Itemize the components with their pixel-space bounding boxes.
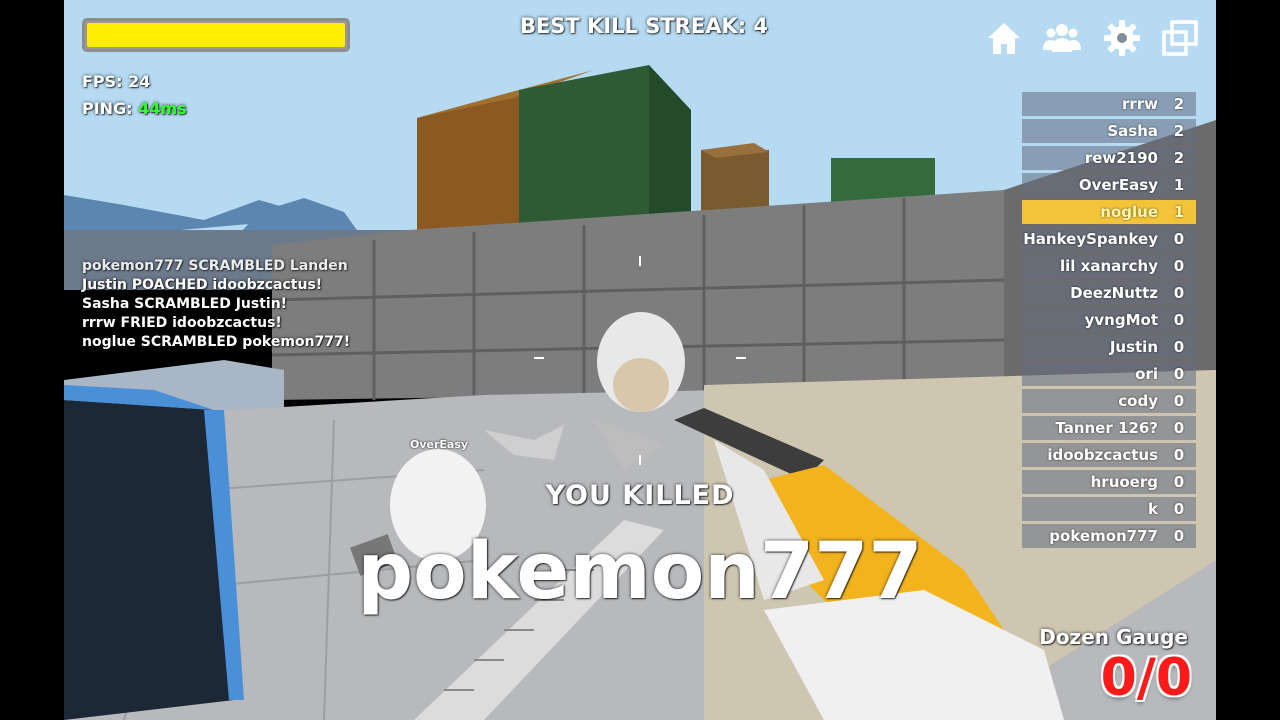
scoreboard-player-score: 0 bbox=[1173, 365, 1185, 383]
scoreboard-row: Tanner 126? 0 bbox=[1022, 416, 1196, 440]
scoreboard-player-name: Justin bbox=[1109, 338, 1158, 356]
scoreboard-player-score: 0 bbox=[1173, 419, 1185, 437]
kill-feed-entry: pokemon777 SCRAMBLED Landen bbox=[82, 258, 348, 274]
kill-feed-entry: Justin POACHED idoobzcactus! bbox=[82, 277, 323, 293]
scoreboard-player-score: 0 bbox=[1173, 230, 1185, 248]
scoreboard-player-name: Sasha bbox=[1107, 122, 1158, 140]
scoreboard-player-score: 0 bbox=[1173, 446, 1185, 464]
scoreboard-row: rew2190 2 bbox=[1022, 146, 1196, 170]
ping-label: PING: bbox=[82, 99, 133, 118]
scoreboard-player-name: rrrw bbox=[1121, 95, 1158, 113]
scoreboard-player-name: cody bbox=[1118, 392, 1158, 410]
scoreboard-player-score: 0 bbox=[1173, 257, 1185, 275]
scoreboard-row: yvngMot 0 bbox=[1022, 308, 1196, 332]
scoreboard-row: idoobzcactus 0 bbox=[1022, 443, 1196, 467]
scoreboard-row: OverEasy 1 bbox=[1022, 173, 1196, 197]
ammo-counter: 0/0 bbox=[1100, 648, 1192, 708]
weapon-name: Dozen Gauge bbox=[1039, 625, 1188, 649]
scoreboard-player-score: 2 bbox=[1173, 149, 1185, 167]
gear-icon[interactable] bbox=[1102, 18, 1142, 58]
kill-feed-entry: Sasha SCRAMBLED Justin! bbox=[82, 296, 288, 312]
scoreboard-row: lil xanarchy 0 bbox=[1022, 254, 1196, 278]
player-nametag: OverEasy bbox=[410, 438, 469, 451]
scoreboard-player-name: DeezNuttz bbox=[1070, 284, 1158, 302]
scoreboard-player-name: OverEasy bbox=[1078, 176, 1158, 194]
scoreboard-row: Sasha 2 bbox=[1022, 119, 1196, 143]
kill-feed-entry: noglue SCRAMBLED pokemon777! bbox=[82, 334, 351, 350]
top-icon-bar bbox=[984, 18, 1202, 58]
friends-icon[interactable] bbox=[1042, 18, 1082, 58]
kill-feed: pokemon777 SCRAMBLED Landen Justin POACH… bbox=[82, 257, 350, 352]
scoreboard-player-score: 2 bbox=[1173, 122, 1185, 140]
ping-display: PING: 44ms bbox=[82, 99, 187, 118]
scoreboard-player-name: lil xanarchy bbox=[1060, 257, 1158, 275]
home-icon[interactable] bbox=[984, 18, 1024, 58]
scoreboard-player-name: rew2190 bbox=[1084, 149, 1158, 167]
kill-notice-title: YOU KILLED bbox=[545, 480, 735, 511]
ping-value: 44ms bbox=[138, 99, 187, 118]
scoreboard-player-score: 0 bbox=[1173, 338, 1185, 356]
scoreboard-player-name: HankeySpankey bbox=[1023, 230, 1158, 248]
scoreboard-player-name: idoobzcactus bbox=[1047, 446, 1158, 464]
fullscreen-icon[interactable] bbox=[1160, 18, 1200, 58]
fps-counter: FPS: 24 bbox=[82, 72, 151, 91]
scoreboard-row: cody 0 bbox=[1022, 389, 1196, 413]
scoreboard-player-name: Tanner 126? bbox=[1055, 419, 1158, 437]
scoreboard-player-score: 0 bbox=[1173, 284, 1185, 302]
scoreboard-row: ori 0 bbox=[1022, 362, 1196, 386]
scoreboard-row-self: noglue 1 bbox=[1022, 200, 1196, 224]
scoreboard-row: HankeySpankey 0 bbox=[1022, 227, 1196, 251]
scoreboard-player-score: 0 bbox=[1173, 311, 1185, 329]
scoreboard-player-score: 0 bbox=[1173, 392, 1185, 410]
kill-notice-victim: pokemon777 bbox=[357, 527, 923, 617]
scoreboard-row: Justin 0 bbox=[1022, 335, 1196, 359]
scoreboard-player-name: ori bbox=[1135, 365, 1158, 383]
scoreboard-player-score: 2 bbox=[1173, 95, 1185, 113]
scoreboard-row: DeezNuttz 0 bbox=[1022, 281, 1196, 305]
scoreboard-player-name: yvngMot bbox=[1084, 311, 1158, 329]
kill-feed-entry: rrrw FRIED idoobzcactus! bbox=[82, 315, 282, 331]
scoreboard-player-score: 1 bbox=[1173, 203, 1185, 221]
scoreboard-player-name: noglue bbox=[1100, 203, 1158, 221]
game-viewport[interactable]: OverEasy BEST KILL STREAK: 4 FPS: 24 PIN… bbox=[64, 0, 1216, 720]
scoreboard-row: rrrw 2 bbox=[1022, 92, 1196, 116]
scoreboard-player-score: 1 bbox=[1173, 176, 1185, 194]
